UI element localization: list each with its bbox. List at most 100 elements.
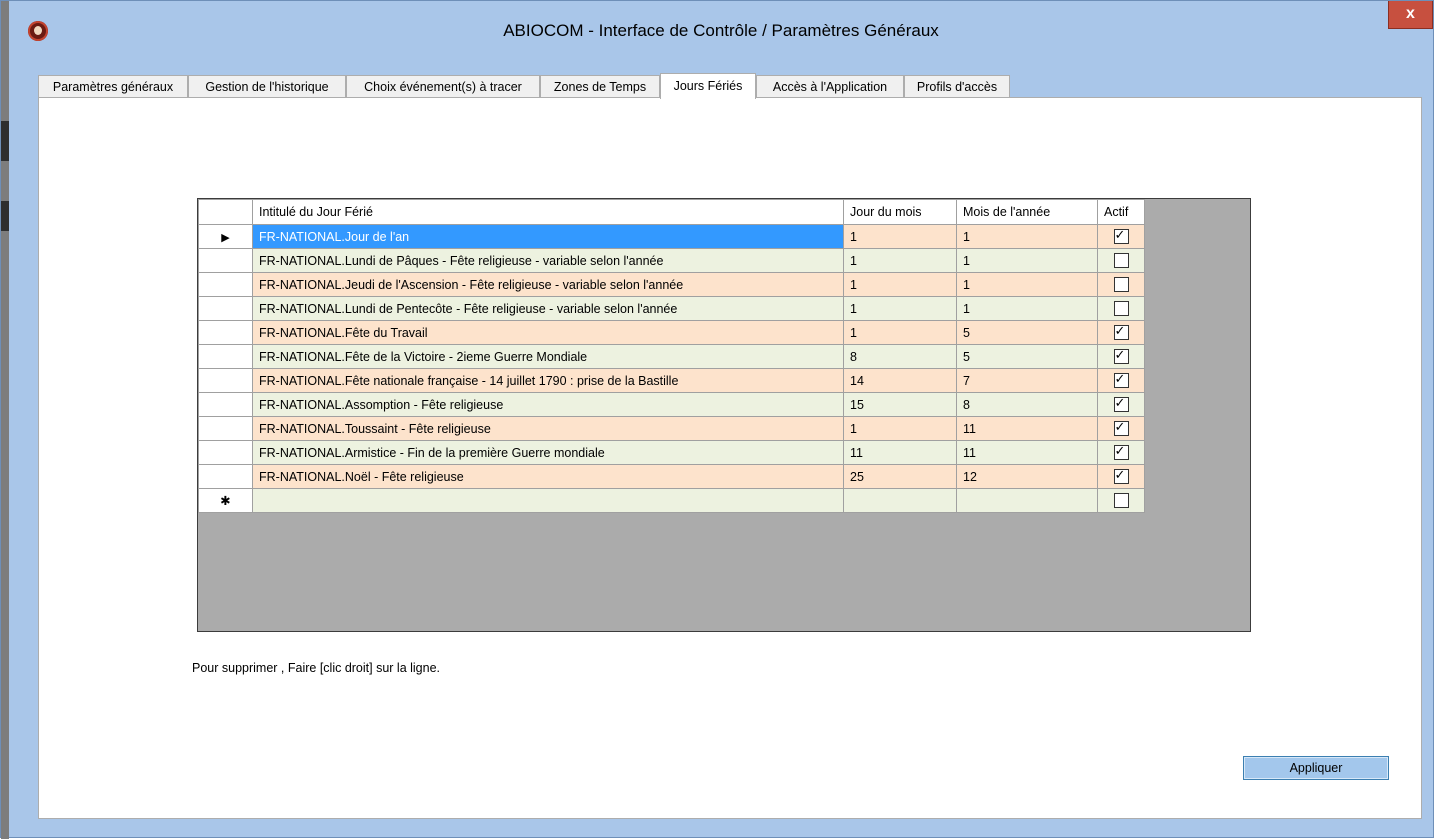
table-row[interactable]: FR-NATIONAL.Fête nationale française - 1…	[198, 368, 1145, 393]
table-row[interactable]: FR-NATIONAL.Armistice - Fin de la premiè…	[198, 440, 1145, 465]
cell-label[interactable]: FR-NATIONAL.Lundi de Pâques - Fête relig…	[252, 248, 844, 273]
cell-month[interactable]: 1	[956, 224, 1098, 249]
cell-day[interactable]: 1	[843, 416, 957, 441]
active-checkbox[interactable]	[1113, 301, 1129, 317]
cell-active	[1097, 320, 1145, 345]
cell-label[interactable]	[252, 488, 844, 513]
cell-month[interactable]: 11	[956, 440, 1098, 465]
cell-active	[1097, 464, 1145, 489]
grid-header-row: Intitulé du Jour Férié Jour du mois Mois…	[198, 199, 1145, 225]
active-checkbox[interactable]	[1113, 443, 1129, 461]
cell-day[interactable]: 1	[843, 296, 957, 321]
cell-label[interactable]: FR-NATIONAL.Assomption - Fête religieuse	[252, 392, 844, 417]
active-checkbox[interactable]	[1113, 371, 1129, 389]
active-checkbox[interactable]	[1113, 227, 1129, 245]
cell-month[interactable]: 7	[956, 368, 1098, 393]
cell-active	[1097, 272, 1145, 297]
new-row[interactable]: ✱	[198, 488, 1145, 513]
tab-gestion-historique[interactable]: Gestion de l'historique	[188, 75, 346, 97]
column-header-label[interactable]: Intitulé du Jour Férié	[252, 199, 844, 225]
active-checkbox[interactable]	[1113, 467, 1129, 485]
cell-day[interactable]: 15	[843, 392, 957, 417]
row-header[interactable]	[198, 272, 253, 297]
cell-day[interactable]: 1	[843, 272, 957, 297]
active-checkbox[interactable]	[1113, 493, 1129, 509]
holidays-table: Intitulé du Jour Férié Jour du mois Mois…	[198, 199, 1145, 513]
row-header[interactable]	[198, 344, 253, 369]
row-header[interactable]	[198, 296, 253, 321]
cell-day[interactable]: 11	[843, 440, 957, 465]
cell-label[interactable]: FR-NATIONAL.Fête de la Victoire - 2ieme …	[252, 344, 844, 369]
table-row[interactable]: FR-NATIONAL.Noël - Fête religieuse 25 12	[198, 464, 1145, 489]
cell-month[interactable]: 5	[956, 344, 1098, 369]
row-header[interactable]	[198, 464, 253, 489]
cell-month[interactable]	[956, 488, 1098, 513]
table-row[interactable]: ▶ FR-NATIONAL.Jour de l'an 1 1	[198, 224, 1145, 249]
cell-day[interactable]: 1	[843, 224, 957, 249]
row-header-new[interactable]: ✱	[198, 488, 253, 513]
table-row[interactable]: FR-NATIONAL.Assomption - Fête religieuse…	[198, 392, 1145, 417]
row-header[interactable]	[198, 248, 253, 273]
cell-label[interactable]: FR-NATIONAL.Toussaint - Fête religieuse	[252, 416, 844, 441]
active-checkbox[interactable]	[1113, 419, 1129, 437]
cell-label[interactable]: FR-NATIONAL.Armistice - Fin de la premiè…	[252, 440, 844, 465]
column-header-month[interactable]: Mois de l'année	[956, 199, 1098, 225]
cell-active	[1097, 296, 1145, 321]
tab-profils-acces[interactable]: Profils d'accès	[904, 75, 1010, 97]
active-checkbox[interactable]	[1113, 347, 1129, 365]
application-window: ABIOCOM - Interface de Contrôle / Paramè…	[0, 0, 1434, 839]
cell-active	[1097, 224, 1145, 249]
table-row[interactable]: FR-NATIONAL.Fête de la Victoire - 2ieme …	[198, 344, 1145, 369]
cell-day[interactable]: 25	[843, 464, 957, 489]
cell-month[interactable]: 5	[956, 320, 1098, 345]
active-checkbox[interactable]	[1113, 323, 1129, 341]
cell-label[interactable]: FR-NATIONAL.Lundi de Pentecôte - Fête re…	[252, 296, 844, 321]
table-row[interactable]: FR-NATIONAL.Jeudi de l'Ascension - Fête …	[198, 272, 1145, 297]
cell-active	[1097, 344, 1145, 369]
cell-month[interactable]: 1	[956, 272, 1098, 297]
row-header[interactable]	[198, 392, 253, 417]
cell-label[interactable]: FR-NATIONAL.Fête nationale française - 1…	[252, 368, 844, 393]
active-checkbox[interactable]	[1113, 277, 1129, 293]
cell-active	[1097, 488, 1145, 513]
cell-label[interactable]: FR-NATIONAL.Jour de l'an	[252, 224, 844, 249]
cell-active	[1097, 392, 1145, 417]
active-checkbox[interactable]	[1113, 395, 1129, 413]
cell-label[interactable]: FR-NATIONAL.Jeudi de l'Ascension - Fête …	[252, 272, 844, 297]
row-header-corner	[198, 199, 253, 225]
title-bar[interactable]: ABIOCOM - Interface de Contrôle / Paramè…	[9, 1, 1433, 63]
table-row[interactable]: FR-NATIONAL.Lundi de Pâques - Fête relig…	[198, 248, 1145, 273]
row-header-current[interactable]: ▶	[198, 224, 253, 249]
cell-label[interactable]: FR-NATIONAL.Fête du Travail	[252, 320, 844, 345]
cell-day[interactable]: 1	[843, 248, 957, 273]
tab-jours-feries[interactable]: Jours Fériés	[660, 73, 756, 99]
cell-day[interactable]: 14	[843, 368, 957, 393]
cell-label[interactable]: FR-NATIONAL.Noël - Fête religieuse	[252, 464, 844, 489]
cell-day[interactable]: 1	[843, 320, 957, 345]
cell-month[interactable]: 11	[956, 416, 1098, 441]
cell-day[interactable]: 8	[843, 344, 957, 369]
cell-active	[1097, 248, 1145, 273]
tab-acces-application[interactable]: Accès à l'Application	[756, 75, 904, 97]
row-header[interactable]	[198, 416, 253, 441]
cell-day[interactable]	[843, 488, 957, 513]
row-header[interactable]	[198, 368, 253, 393]
apply-button[interactable]: Appliquer	[1243, 756, 1389, 780]
cell-month[interactable]: 1	[956, 296, 1098, 321]
holidays-grid[interactable]: Intitulé du Jour Férié Jour du mois Mois…	[197, 198, 1251, 632]
cell-month[interactable]: 1	[956, 248, 1098, 273]
table-row[interactable]: FR-NATIONAL.Toussaint - Fête religieuse …	[198, 416, 1145, 441]
active-checkbox[interactable]	[1113, 253, 1129, 269]
tab-zones-de-temps[interactable]: Zones de Temps	[540, 75, 660, 97]
column-header-day[interactable]: Jour du mois	[843, 199, 957, 225]
row-header[interactable]	[198, 440, 253, 465]
tab-parametres-generaux[interactable]: Paramètres généraux	[38, 75, 188, 97]
table-row[interactable]: FR-NATIONAL.Fête du Travail 1 5	[198, 320, 1145, 345]
cell-month[interactable]: 8	[956, 392, 1098, 417]
close-button[interactable]: x	[1388, 1, 1433, 29]
table-row[interactable]: FR-NATIONAL.Lundi de Pentecôte - Fête re…	[198, 296, 1145, 321]
tab-choix-evenements[interactable]: Choix événement(s) à tracer	[346, 75, 540, 97]
row-header[interactable]	[198, 320, 253, 345]
column-header-active[interactable]: Actif	[1097, 199, 1145, 225]
cell-month[interactable]: 12	[956, 464, 1098, 489]
